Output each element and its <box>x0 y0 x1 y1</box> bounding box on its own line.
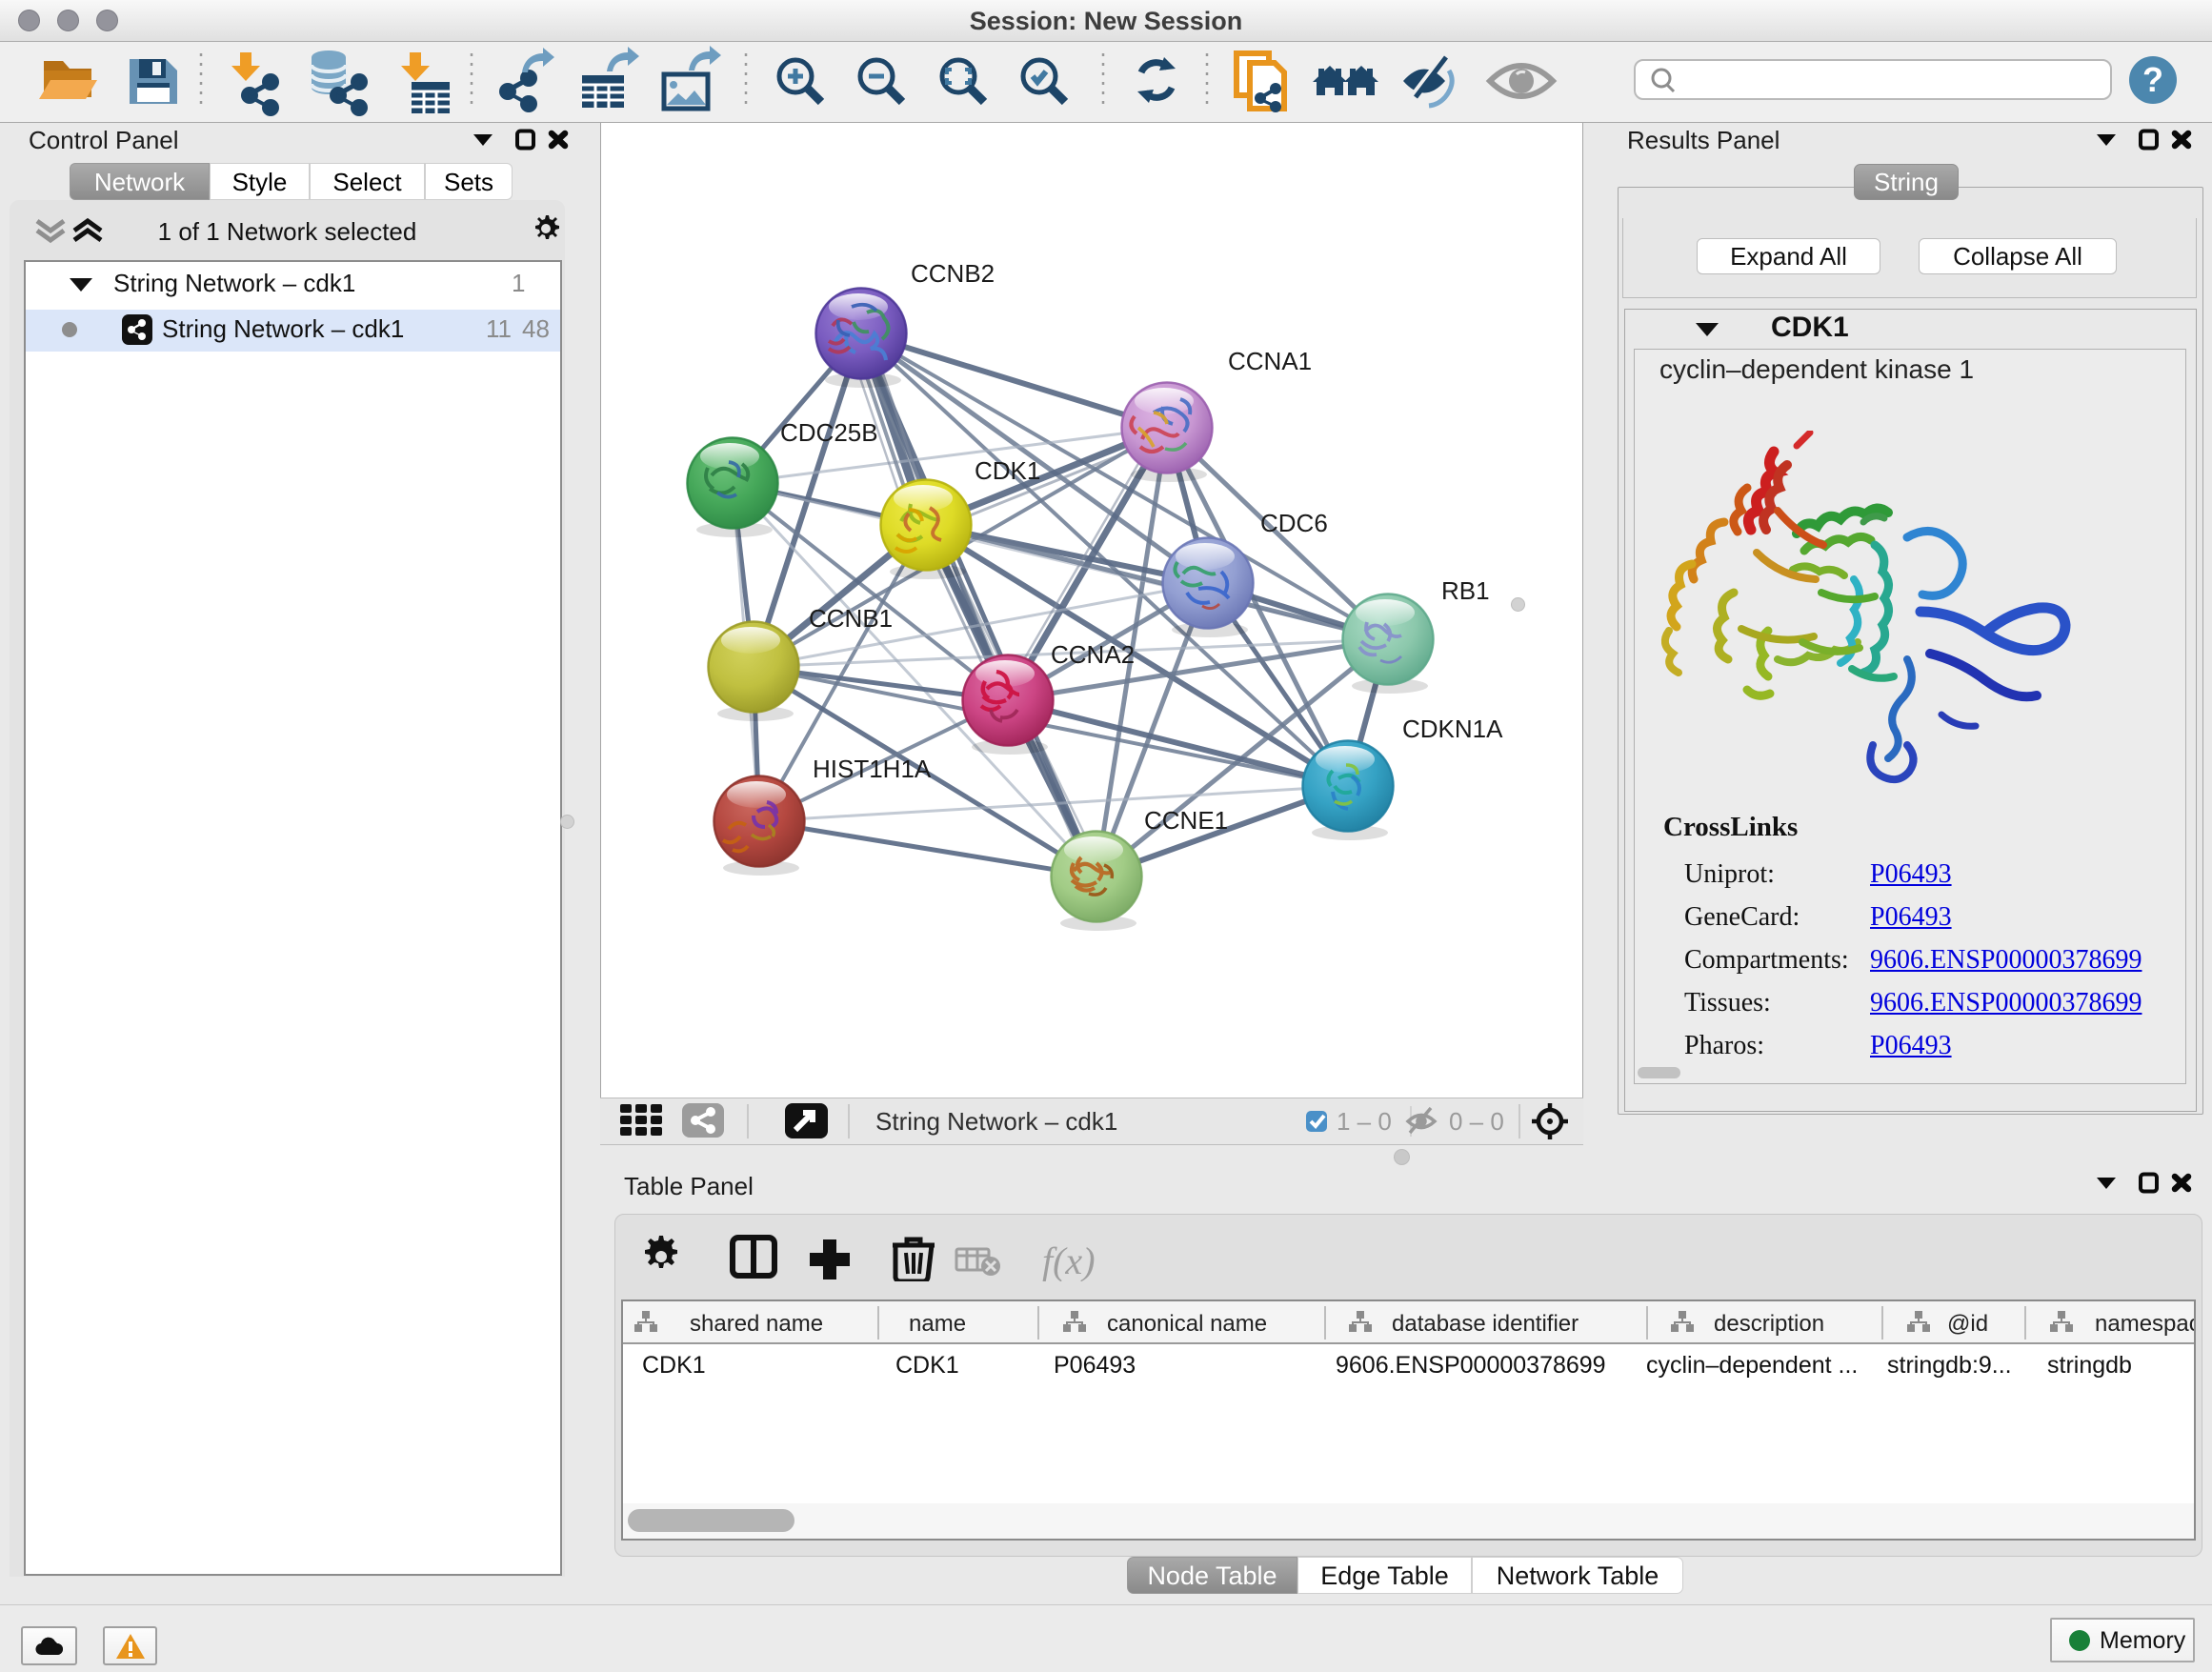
svg-text:name: name <box>909 1311 966 1337</box>
svg-text:CCNA2: CCNA2 <box>1051 640 1135 669</box>
svg-text:@id: @id <box>1947 1311 1988 1337</box>
svg-text:database identifier: database identifier <box>1392 1311 1579 1337</box>
svg-text:description: description <box>1714 1311 1824 1337</box>
svg-text:0 – 0: 0 – 0 <box>1449 1107 1504 1136</box>
svg-text:CDK1: CDK1 <box>975 456 1040 485</box>
svg-text:String Network – cdk1: String Network – cdk1 <box>875 1107 1117 1136</box>
svg-text:1 – 0: 1 – 0 <box>1337 1107 1392 1136</box>
svg-text:RB1: RB1 <box>1441 576 1490 605</box>
svg-text:CDC6: CDC6 <box>1260 509 1328 537</box>
svg-text:CCNE1: CCNE1 <box>1144 806 1228 835</box>
svg-text:shared name: shared name <box>690 1311 823 1337</box>
svg-text:f(x): f(x) <box>1042 1239 1096 1281</box>
svg-text:namespac: namespac <box>2095 1311 2194 1337</box>
svg-text:HIST1H1A: HIST1H1A <box>813 755 932 783</box>
svg-text:?: ? <box>2142 60 2163 99</box>
svg-text:CDC25B: CDC25B <box>780 418 878 447</box>
svg-text:CCNB2: CCNB2 <box>911 259 995 288</box>
svg-text:CCNB1: CCNB1 <box>809 604 893 633</box>
svg-text:CDKN1A: CDKN1A <box>1402 715 1503 743</box>
svg-text:canonical name: canonical name <box>1107 1311 1267 1337</box>
svg-text:CCNA1: CCNA1 <box>1228 347 1312 375</box>
